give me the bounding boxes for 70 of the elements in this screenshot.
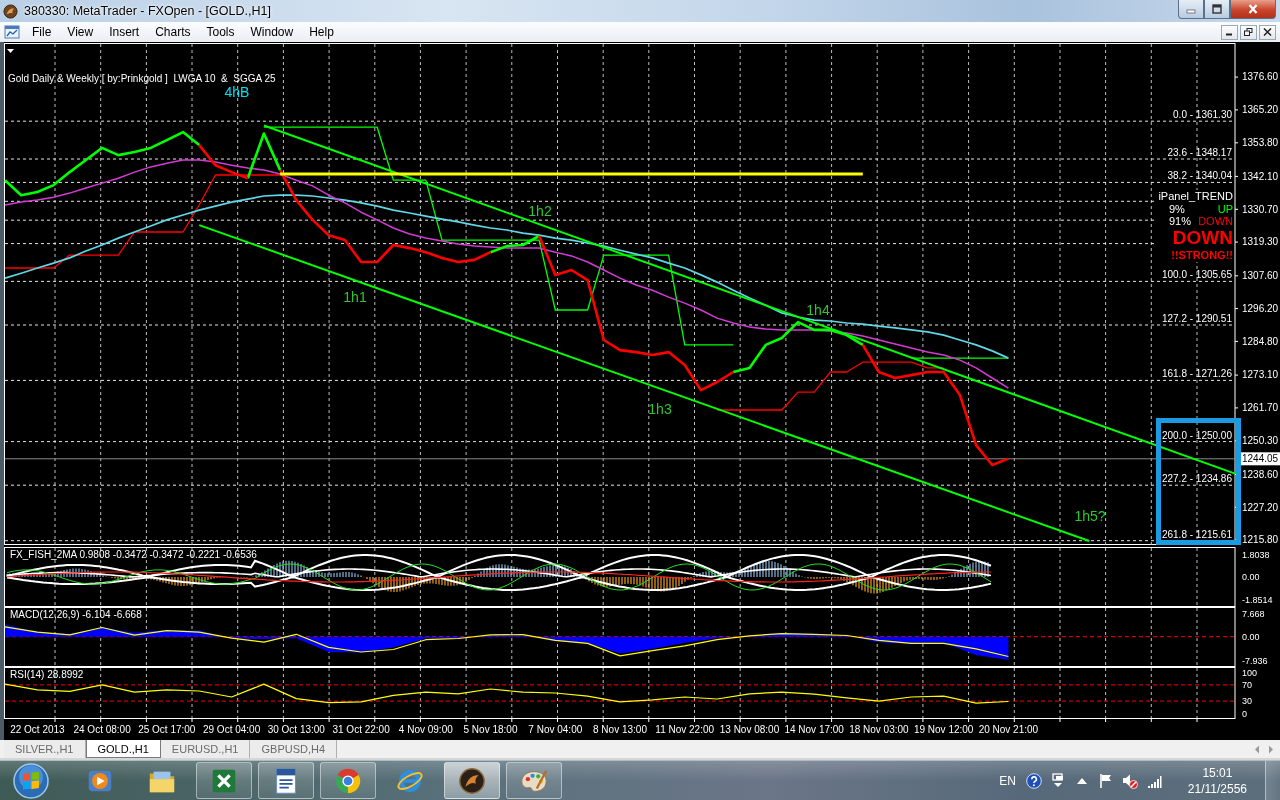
price-axis-label: 0.00 — [1242, 572, 1260, 583]
fib-level-label: 200.0 - 1250.00 — [1161, 429, 1232, 441]
indicator-label: MACD(12,26,9) -6.104 -6.668 — [10, 609, 142, 620]
trend-direction: UP — [1217, 203, 1233, 215]
price-axis-label: 0.00 — [1242, 632, 1260, 642]
price-axis-label: 1.8038 — [1242, 549, 1270, 560]
wave-label: 1h3 — [648, 401, 672, 417]
price-axis-label: 1238.60 — [1242, 468, 1279, 480]
time-axis-label: 7 Nov 04:00 — [528, 724, 583, 735]
price-axis-label: 1353.80 — [1242, 137, 1279, 149]
wave-label: 1h5? — [1074, 508, 1106, 524]
wave-label: 1h4 — [806, 302, 830, 318]
price-axis-label: 1215.80 — [1242, 533, 1279, 545]
price-axis-label: -7.936 — [1242, 656, 1268, 667]
fib-level-label: 127.2 - 1290.51 — [1161, 313, 1232, 324]
price-axis-label: -1.8514 — [1242, 594, 1273, 605]
time-axis-label: 24 Oct 08:00 — [73, 724, 131, 735]
price-axis-label: 1342.10 — [1242, 170, 1279, 182]
price-axis-label: 1261.70 — [1242, 402, 1279, 414]
trend-signal: DOWN — [1172, 227, 1233, 249]
price-axis-label: 1250.30 — [1242, 435, 1279, 447]
price-axis-label: 0 — [1242, 708, 1247, 719]
clock-date: 21/11/2556 — [1187, 780, 1247, 797]
time-axis-label: 29 Oct 04:00 — [202, 724, 261, 735]
time-axis-label: 20 Nov 21:00 — [978, 724, 1039, 735]
time-axis-label: 22 Oct 2013 — [10, 724, 65, 735]
fib-level-label: 261.8 - 1215.61 — [1161, 528, 1232, 540]
indicator-label: RSI(14) 28.8992 — [10, 669, 84, 680]
price-axis-label: 70 — [1242, 680, 1252, 691]
fib-level-label: 161.8 - 1271.26 — [1161, 368, 1232, 380]
price-axis-label: 1273.10 — [1242, 369, 1279, 381]
time-axis-label: 14 Nov 17:00 — [784, 724, 844, 735]
price-axis-label: 1330.70 — [1242, 203, 1279, 215]
price-axis-label: 1319.30 — [1242, 236, 1279, 248]
price-axis-label: 1376.60 — [1242, 71, 1279, 83]
time-axis-label: 30 Oct 13:00 — [267, 724, 325, 735]
price-axis-label: 100 — [1242, 668, 1258, 679]
trend-strength: !!STRONG!! — [1171, 249, 1233, 262]
fib-level-label: 100.0 - 1305.65 — [1161, 269, 1232, 281]
chart-caption: Gold Daily & Weekly [ by:Prinkgold ] LWGA 10 & SGGA 25 — [8, 73, 276, 84]
time-axis-label: 4 Nov 09:00 — [398, 724, 453, 735]
time-axis-label: 5 Nov 18:00 — [463, 724, 518, 735]
fib-level-label: 23.6 - 1348.17 — [1167, 147, 1232, 158]
current-price-tag: 1244.05 — [1241, 452, 1280, 466]
price-axis-label: 30 — [1242, 696, 1252, 707]
price-axis-label: 7.668 — [1242, 608, 1265, 619]
trend-percent: 91% — [1169, 215, 1192, 227]
fib-level-label: 38.2 - 1340.04 — [1167, 170, 1232, 182]
wave-label: 4hB — [224, 84, 250, 100]
time-axis-label: 19 Nov 12:00 — [913, 724, 974, 735]
trend-percent: 9% — [1169, 203, 1185, 215]
wave-label: 1h2 — [528, 202, 552, 219]
clock-time: 15:01 — [1202, 764, 1233, 781]
price-axis-label: 1365.20 — [1242, 104, 1279, 116]
fib-level-label: 0.0 - 1361.30 — [1173, 109, 1232, 121]
trend-direction: DOWN — [1198, 215, 1233, 227]
time-axis-label: 25 Oct 17:00 — [138, 724, 196, 735]
price-axis-label: 1296.20 — [1242, 302, 1279, 314]
window-title: 380330: MetaTrader - FXOpen - [GOLD.,H1] — [24, 4, 271, 18]
price-axis-label: 1307.60 — [1242, 270, 1279, 282]
time-axis-label: 8 Nov 13:00 — [593, 724, 647, 735]
time-axis-label: 11 Nov 22:00 — [655, 724, 715, 735]
time-axis-label: 13 Nov 08:00 — [719, 724, 780, 735]
price-axis-label: 1227.20 — [1242, 501, 1279, 513]
panel-title: iPanel_TREND — [1158, 190, 1233, 203]
time-axis-label: 31 Oct 22:00 — [332, 724, 390, 735]
fib-level-label: 227.2 - 1234.86 — [1161, 473, 1232, 485]
wave-label: 1h1 — [343, 289, 367, 305]
time-axis-label: 18 Nov 03:00 — [849, 724, 909, 735]
price-axis-label: 1284.80 — [1242, 335, 1279, 347]
